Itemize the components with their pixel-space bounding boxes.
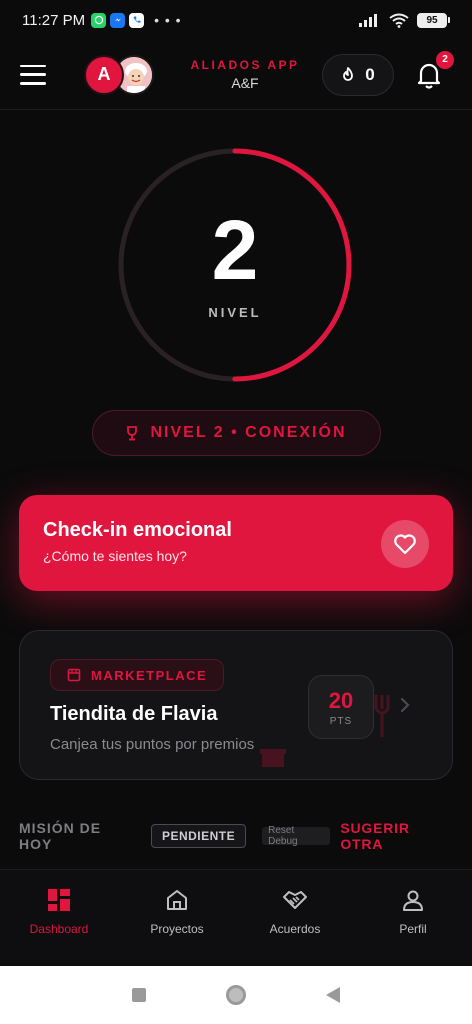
menu-icon[interactable]	[20, 64, 46, 85]
streak-count: 0	[365, 64, 375, 84]
status-bar: 11:27 PM • • • 95	[0, 0, 472, 40]
marketplace-card[interactable]: MARKETPLACE Tiendita de Flavia Canjea tu…	[19, 630, 453, 780]
mission-label: MISIÓN DE HOY	[19, 820, 102, 852]
status-time: 11:27 PM	[22, 11, 86, 29]
bottom-nav: Dashboard Proyectos Acuerdos Perfil	[0, 869, 472, 965]
store-icon	[67, 668, 81, 682]
level-name: NIVEL 2 • CONEXIÓN	[150, 424, 347, 441]
phone-app-icon	[129, 12, 145, 28]
decorative-gift-icon	[260, 749, 286, 767]
status-badge: PENDIENTE	[150, 824, 247, 848]
app-title: ALIADOS APP	[190, 58, 300, 72]
points-balance: 20 PTS	[308, 675, 374, 739]
heart-icon	[394, 534, 416, 555]
marketplace-chip-label: MARKETPLACE	[91, 667, 208, 683]
user-icon	[403, 890, 423, 911]
messenger-icon	[110, 12, 126, 28]
notifications-button[interactable]: 2	[416, 50, 454, 89]
nav-item-dashboard[interactable]: Dashboard	[0, 870, 118, 965]
points-value: 20	[328, 687, 354, 713]
app-header: A ALIADOS APP A&F 0 2	[0, 40, 472, 110]
back-button[interactable]	[326, 987, 340, 1003]
couple-name: A&F	[231, 75, 259, 91]
nav-label: Perfil	[399, 922, 427, 936]
checkin-button[interactable]	[381, 520, 429, 568]
system-navigation-bar	[0, 966, 472, 1024]
status-app-icons	[91, 12, 145, 28]
more-notifications-icon: • • •	[154, 12, 182, 28]
nav-item-proyectos[interactable]: Proyectos	[118, 870, 236, 965]
brand: ALIADOS APP A&F	[180, 58, 310, 91]
chevron-right-icon	[400, 697, 410, 713]
streak-counter[interactable]: 0	[322, 53, 394, 96]
battery-level: 95	[417, 12, 447, 28]
marketplace-chip: MARKETPLACE	[50, 659, 225, 691]
wifi-icon	[389, 13, 409, 28]
suggest-other-button[interactable]: SUGERIR OTRA	[340, 820, 453, 852]
nav-item-acuerdos[interactable]: Acuerdos	[236, 870, 354, 965]
home-button[interactable]	[226, 985, 246, 1005]
marketplace-subtitle: Canjea tus puntos por premios	[50, 736, 255, 753]
battery-icon: 95	[417, 12, 450, 28]
decorative-fork-icon	[374, 695, 390, 737]
checkin-subtitle: ¿Cómo te sientes hoy?	[43, 548, 187, 564]
level-name-pill[interactable]: NIVEL 2 • CONEXIÓN	[92, 410, 381, 456]
nav-item-perfil[interactable]: Perfil	[354, 870, 472, 965]
notification-badge: 2	[436, 50, 454, 69]
checkin-card[interactable]: Check-in emocional ¿Cómo te sientes hoy?	[19, 495, 453, 591]
flame-icon	[343, 66, 354, 81]
recent-apps-button[interactable]	[132, 988, 146, 1002]
reset-debug-button[interactable]: Reset Debug	[262, 825, 331, 847]
handshake-icon	[283, 891, 307, 909]
signal-icon	[359, 14, 377, 27]
trophy-icon	[127, 426, 138, 441]
checkin-title: Check-in emocional	[43, 519, 232, 541]
nav-label: Dashboard	[29, 922, 89, 936]
nav-label: Acuerdos	[269, 922, 321, 936]
couple-avatars[interactable]: A	[84, 54, 156, 95]
dashboard-icon	[48, 889, 70, 911]
whatsapp-icon	[91, 12, 107, 28]
level-label: NIVEL	[208, 305, 262, 320]
avatar: A	[84, 54, 124, 95]
points-unit: PTS	[329, 715, 353, 727]
level-number: 2	[211, 203, 259, 297]
nav-label: Proyectos	[150, 922, 204, 936]
daily-mission-row: MISIÓN DE HOY PENDIENTE Reset Debug SUGE…	[19, 820, 453, 852]
home-icon	[167, 890, 187, 910]
